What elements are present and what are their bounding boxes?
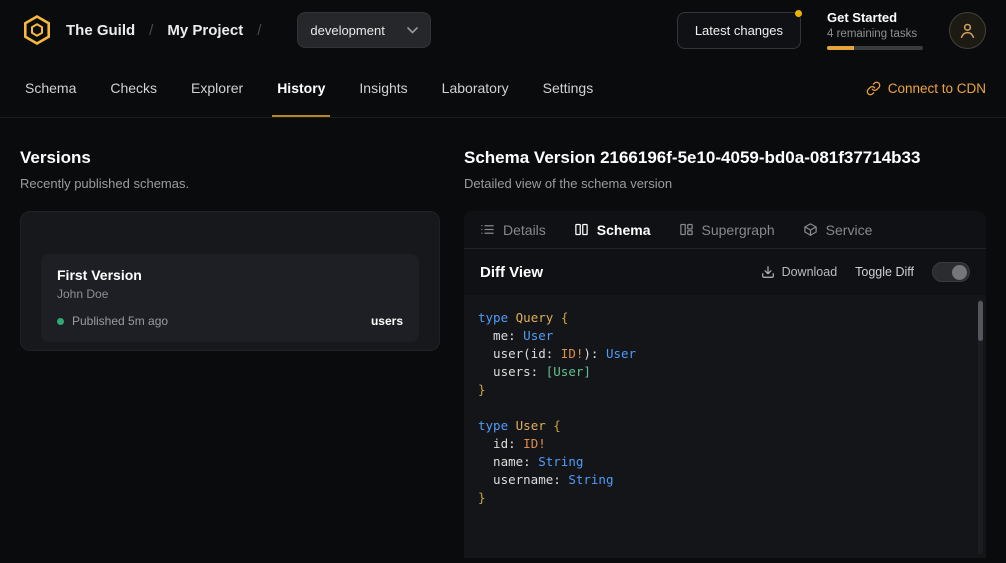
- get-started-subtitle: 4 remaining tasks: [827, 28, 923, 40]
- detail-tab-service[interactable]: Service: [803, 222, 873, 238]
- get-started-widget[interactable]: Get Started 4 remaining tasks: [827, 10, 923, 50]
- code-scrollbar-track[interactable]: [978, 299, 983, 554]
- header-right-cluster: Latest changes Get Started 4 remaining t…: [677, 10, 986, 50]
- environment-select-value: development: [310, 23, 384, 38]
- versions-column: Versions Recently published schemas. Fir…: [20, 118, 440, 558]
- tab-label: Schema: [25, 80, 76, 96]
- get-started-progress-bar: [827, 46, 923, 50]
- tab-checks[interactable]: Checks: [105, 60, 162, 117]
- versions-subtitle: Recently published schemas.: [20, 176, 440, 191]
- environment-select[interactable]: development: [297, 12, 430, 48]
- tab-schema[interactable]: Schema: [20, 60, 81, 117]
- detail-tab-label: Schema: [597, 222, 651, 238]
- version-status: Published 5m ago: [72, 314, 168, 328]
- tab-explorer[interactable]: Explorer: [186, 60, 248, 117]
- diff-view-header: Diff View Download Toggle Diff: [464, 249, 986, 295]
- link-icon: [866, 81, 881, 96]
- version-title: First Version: [57, 267, 403, 283]
- version-list-item[interactable]: First Version John Doe Published 5m ago …: [41, 254, 419, 342]
- get-started-title: Get Started: [827, 10, 923, 25]
- detail-tab-supergraph[interactable]: Supergraph: [679, 222, 775, 238]
- tab-settings[interactable]: Settings: [538, 60, 599, 117]
- detail-tab-label: Service: [826, 222, 873, 238]
- code-block: type Query { me: User user(id: ID!): Use…: [478, 309, 968, 507]
- version-detail-column: Schema Version 2166196f-5e10-4059-bd0a-0…: [464, 118, 986, 558]
- tab-label: Settings: [543, 80, 594, 96]
- org-name[interactable]: The Guild: [66, 22, 135, 39]
- download-icon: [761, 265, 775, 279]
- tab-history[interactable]: History: [272, 60, 330, 117]
- top-header: The Guild / My Project / development Lat…: [0, 0, 1006, 60]
- get-started-progress-fill: [827, 46, 854, 50]
- tab-laboratory[interactable]: Laboratory: [437, 60, 514, 117]
- detail-tab-label: Supergraph: [702, 222, 775, 238]
- latest-changes-label: Latest changes: [695, 23, 783, 38]
- version-status-row: Published 5m ago users: [57, 314, 403, 328]
- detail-tab-details[interactable]: Details: [480, 222, 546, 238]
- detail-tab-label: Details: [503, 222, 546, 238]
- diff-actions: Download Toggle Diff: [761, 262, 970, 282]
- service-icon: [803, 222, 818, 237]
- tab-label: History: [277, 80, 325, 96]
- toggle-knob: [952, 265, 967, 280]
- version-detail-subtitle: Detailed view of the schema version: [464, 176, 986, 191]
- target-nav-tabs: Schema Checks Explorer History Insights …: [0, 60, 1006, 118]
- list-icon: [480, 222, 495, 237]
- version-service-badge: users: [371, 314, 403, 328]
- connect-to-cdn-link[interactable]: Connect to CDN: [866, 60, 986, 117]
- tab-label: Insights: [359, 80, 407, 96]
- schema-icon: [574, 222, 589, 237]
- versions-title: Versions: [20, 148, 440, 168]
- download-button[interactable]: Download: [761, 265, 838, 279]
- version-author: John Doe: [57, 287, 403, 301]
- tab-label: Checks: [110, 80, 157, 96]
- diff-view-title: Diff View: [480, 264, 543, 281]
- hive-logo-icon[interactable]: [20, 13, 54, 47]
- tab-insights[interactable]: Insights: [354, 60, 412, 117]
- detail-tabs: Details Schema Supergraph: [464, 211, 986, 249]
- tab-label: Explorer: [191, 80, 243, 96]
- published-dot-icon: [57, 318, 64, 325]
- supergraph-icon: [679, 222, 694, 237]
- tab-label: Laboratory: [442, 80, 509, 96]
- connect-to-cdn-label: Connect to CDN: [888, 81, 986, 96]
- download-label: Download: [782, 265, 838, 279]
- breadcrumb-separator: /: [257, 22, 261, 39]
- toggle-diff-switch[interactable]: [932, 262, 970, 282]
- version-detail-title: Schema Version 2166196f-5e10-4059-bd0a-0…: [464, 148, 986, 168]
- code-scrollbar-thumb[interactable]: [978, 301, 983, 341]
- person-icon: [958, 21, 977, 40]
- detail-tab-schema[interactable]: Schema: [574, 222, 651, 238]
- user-avatar[interactable]: [949, 12, 986, 49]
- main-content: Versions Recently published schemas. Fir…: [0, 118, 1006, 558]
- chevron-down-icon: [407, 27, 418, 34]
- versions-card: First Version John Doe Published 5m ago …: [20, 211, 440, 351]
- breadcrumb-separator: /: [149, 22, 153, 39]
- version-detail-panel: Details Schema Supergraph: [464, 211, 986, 558]
- schema-code-area: type Query { me: User user(id: ID!): Use…: [464, 295, 986, 558]
- toggle-diff-label: Toggle Diff: [855, 265, 914, 279]
- notification-dot: [795, 10, 802, 17]
- project-name[interactable]: My Project: [167, 22, 243, 39]
- latest-changes-button[interactable]: Latest changes: [677, 12, 801, 49]
